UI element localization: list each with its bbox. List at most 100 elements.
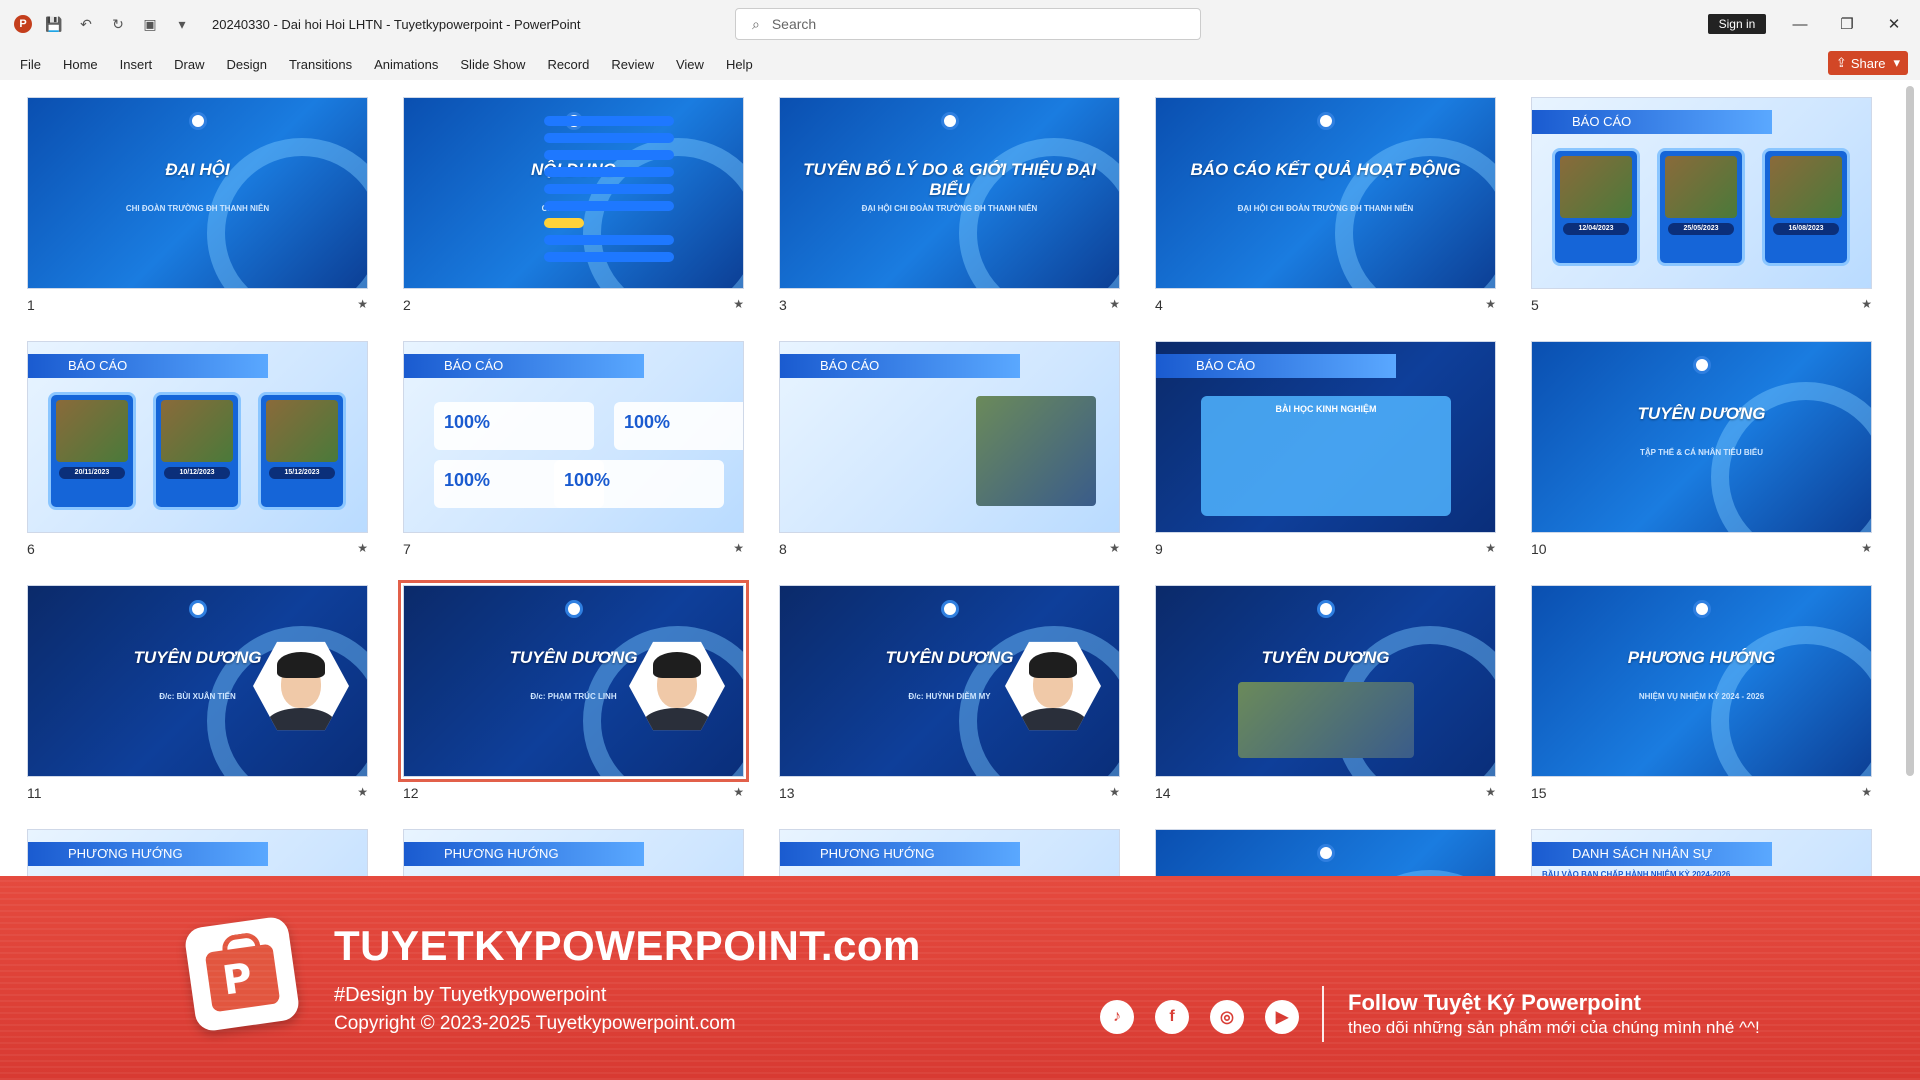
slide-preview[interactable]: BÁO CÁO KẾT QUẢ HOẠT ĐỘNG ĐẠI HỘI CHI ĐOÀ… bbox=[1155, 97, 1496, 289]
stat-panel: 100% bbox=[434, 402, 594, 450]
slide-thumbnail-16[interactable]: PHƯƠNG HƯỚNG16★ bbox=[27, 829, 368, 880]
present-icon[interactable]: ▣ bbox=[140, 14, 160, 34]
slide-thumbnail-4[interactable]: BÁO CÁO KẾT QUẢ HOẠT ĐỘNG ĐẠI HỘI CHI ĐOÀ… bbox=[1155, 97, 1496, 329]
slide-preview[interactable]: TUYÊN DƯƠNG TẬP THỂ & CÁ NHÂN TIÊU BIỂU bbox=[1531, 341, 1872, 533]
chevron-down-icon: ▾ bbox=[1893, 55, 1901, 70]
transition-star-icon[interactable]: ★ bbox=[1109, 297, 1120, 311]
slide-preview[interactable]: TUYÊN DƯƠNGĐƠN VỊ HOÀN THÀNH XUẤT SẮC NH… bbox=[1155, 585, 1496, 777]
slide-subtitle: ĐẠI HỘI CHI ĐOÀN TRƯỜNG ĐH THANH NIÊN bbox=[861, 204, 1038, 213]
union-emblem-icon bbox=[564, 600, 583, 618]
slide-thumbnail-9[interactable]: BÁO CÁO BÀI HỌC KINH NGHIỆM 9 ★ bbox=[1155, 341, 1496, 573]
slide-preview[interactable]: PHƯƠNG HƯỚNG bbox=[779, 829, 1120, 880]
transition-star-icon[interactable]: ★ bbox=[733, 541, 744, 555]
copyright-text: Copyright © 2023-2025 Tuyetkypowerpoint.… bbox=[334, 1013, 736, 1034]
tab-draw[interactable]: Draw bbox=[163, 57, 215, 72]
slide-thumbnail-18[interactable]: PHƯƠNG HƯỚNG18★ bbox=[779, 829, 1120, 880]
slide-preview[interactable]: NỘI DUNGCHƯƠNG TRÌNH bbox=[403, 97, 744, 289]
share-button[interactable]: ⇪ Share ▾ bbox=[1828, 51, 1908, 75]
slide-thumbnail-15[interactable]: PHƯƠNG HƯỚNG NHIỆM VỤ NHIỆM KỲ 2024 - 202… bbox=[1531, 585, 1872, 817]
slide-thumbnail-3[interactable]: TUYÊN BỐ LÝ DO & GIỚI THIỆU ĐẠI BIỂU ĐẠI … bbox=[779, 97, 1120, 329]
instagram-icon[interactable]: ◎ bbox=[1210, 1000, 1244, 1034]
slide-preview[interactable]: PHƯƠNG HƯỚNG NHIỆM VỤ NHIỆM KỲ 2024 - 202… bbox=[1531, 585, 1872, 777]
vertical-scrollbar[interactable] bbox=[1906, 86, 1914, 776]
slide-thumbnail-10[interactable]: TUYÊN DƯƠNG TẬP THỂ & CÁ NHÂN TIÊU BIỂU 10… bbox=[1531, 341, 1872, 573]
slide-thumbnail-11[interactable]: TUYÊN DƯƠNG Đ/c: BÙI XUÂN TIẾN 11 ★ bbox=[27, 585, 368, 817]
slide-thumbnail-5[interactable]: BÁO CÁO 12/04/2023 25/05/2023 16/08/2023 5 ★ bbox=[1531, 97, 1872, 329]
transition-star-icon[interactable]: ★ bbox=[1485, 297, 1496, 311]
slide-number: 3 bbox=[779, 297, 787, 313]
redo-icon[interactable]: ↻ bbox=[108, 14, 128, 34]
search-box[interactable]: ⌕ Search bbox=[735, 8, 1201, 40]
slide-preview[interactable]: PHƯƠNG HƯỚNG bbox=[27, 829, 368, 880]
transition-star-icon[interactable]: ★ bbox=[733, 297, 744, 311]
slide-thumbnail-7[interactable]: BÁO CÁO 100% 100% 100% 100% 7 ★ bbox=[403, 341, 744, 573]
tab-slide-show[interactable]: Slide Show bbox=[449, 57, 536, 72]
tab-insert[interactable]: Insert bbox=[109, 57, 164, 72]
slide-preview[interactable]: BÁO CÁO bbox=[779, 341, 1120, 533]
slide-preview[interactable]: TUYÊN DƯƠNG Đ/c: PHẠM TRÚC LINH bbox=[398, 580, 749, 782]
sign-in-button[interactable]: Sign in bbox=[1708, 14, 1766, 34]
tab-view[interactable]: View bbox=[665, 57, 715, 72]
facebook-icon[interactable]: f bbox=[1155, 1000, 1189, 1034]
slide-thumbnail-13[interactable]: TUYÊN DƯƠNG Đ/c: HUỲNH DIỄM MY 13 ★ bbox=[779, 585, 1120, 817]
slide-thumbnail-12[interactable]: TUYÊN DƯƠNG Đ/c: PHẠM TRÚC LINH 12 ★ bbox=[398, 580, 749, 817]
slide-thumbnail-14[interactable]: TUYÊN DƯƠNGĐƠN VỊ HOÀN THÀNH XUẤT SẮC NH… bbox=[1155, 585, 1496, 817]
transition-star-icon[interactable]: ★ bbox=[1861, 297, 1872, 311]
transition-star-icon[interactable]: ★ bbox=[357, 785, 368, 799]
slide-title: PHƯƠNG HƯỚNG bbox=[68, 846, 183, 861]
transition-star-icon[interactable]: ★ bbox=[1109, 785, 1120, 799]
slide-preview[interactable]: BÁO CÁO 100% 100% 100% 100% bbox=[403, 341, 744, 533]
tab-record[interactable]: Record bbox=[536, 57, 600, 72]
shopping-bag-icon bbox=[204, 943, 281, 1013]
slide-thumbnail-6[interactable]: BÁO CÁO 20/11/2023 10/12/2023 15/12/2023 6 ★ bbox=[27, 341, 368, 573]
slide-preview[interactable] bbox=[1155, 829, 1496, 880]
minimize-icon[interactable]: — bbox=[1788, 12, 1812, 36]
slide-title: DANH SÁCH NHÂN SỰ bbox=[1572, 846, 1713, 861]
tab-home[interactable]: Home bbox=[52, 57, 109, 72]
transition-star-icon[interactable]: ★ bbox=[1861, 541, 1872, 555]
tab-animations[interactable]: Animations bbox=[363, 57, 449, 72]
tab-transitions[interactable]: Transitions bbox=[278, 57, 363, 72]
slide-preview[interactable]: BÁO CÁO 20/11/2023 10/12/2023 15/12/2023 bbox=[27, 341, 368, 533]
slide-thumbnail-20[interactable]: DANH SÁCH NHÂN SỰ BẦU VÀO BAN CHẤP HÀNH N… bbox=[1531, 829, 1872, 880]
save-icon[interactable]: 💾 bbox=[44, 14, 64, 34]
slide-number: 11 bbox=[27, 785, 42, 801]
customize-toolbar-icon[interactable]: ▾ bbox=[172, 14, 192, 34]
transition-star-icon[interactable]: ★ bbox=[733, 785, 744, 799]
slide-thumbnail-2[interactable]: NỘI DUNGCHƯƠNG TRÌNH 2 ★ bbox=[403, 97, 744, 329]
slide-preview[interactable]: ĐẠI HỘI CHI ĐOÀN TRƯỜNG ĐH THANH NIÊN bbox=[27, 97, 368, 289]
tab-design[interactable]: Design bbox=[216, 57, 278, 72]
union-emblem-icon bbox=[188, 112, 207, 130]
agenda-item bbox=[544, 167, 674, 177]
slide-preview[interactable]: TUYÊN DƯƠNG Đ/c: HUỲNH DIỄM MY bbox=[779, 585, 1120, 777]
union-emblem-icon bbox=[1316, 600, 1335, 618]
slide-thumbnail-1[interactable]: ĐẠI HỘI CHI ĐOÀN TRƯỜNG ĐH THANH NIÊN 1 ★ bbox=[27, 97, 368, 329]
slide-thumbnail-8[interactable]: BÁO CÁO 8 ★ bbox=[779, 341, 1120, 573]
slide-header-bar: BÁO CÁO bbox=[1156, 354, 1396, 378]
slide-thumbnail-17[interactable]: PHƯƠNG HƯỚNG17★ bbox=[403, 829, 744, 880]
close-icon[interactable]: ✕ bbox=[1882, 12, 1906, 36]
slide-thumbnail-19[interactable]: 19★ bbox=[1155, 829, 1496, 880]
activity-card: 20/11/2023 bbox=[48, 392, 136, 510]
transition-star-icon[interactable]: ★ bbox=[1109, 541, 1120, 555]
youtube-icon[interactable]: ▶ bbox=[1265, 1000, 1299, 1034]
slide-preview[interactable]: TUYÊN DƯƠNG Đ/c: BÙI XUÂN TIẾN bbox=[27, 585, 368, 777]
transition-star-icon[interactable]: ★ bbox=[1485, 541, 1496, 555]
tab-review[interactable]: Review bbox=[600, 57, 665, 72]
restore-icon[interactable]: ❐ bbox=[1835, 12, 1859, 36]
tiktok-icon[interactable]: ♪ bbox=[1100, 1000, 1134, 1034]
slide-preview[interactable]: TUYÊN BỐ LÝ DO & GIỚI THIỆU ĐẠI BIỂU ĐẠI … bbox=[779, 97, 1120, 289]
slide-preview[interactable]: BÁO CÁO BÀI HỌC KINH NGHIỆM bbox=[1155, 341, 1496, 533]
tab-help[interactable]: Help bbox=[715, 57, 764, 72]
transition-star-icon[interactable]: ★ bbox=[1485, 785, 1496, 799]
transition-star-icon[interactable]: ★ bbox=[357, 297, 368, 311]
tab-file[interactable]: File bbox=[0, 57, 52, 72]
transition-star-icon[interactable]: ★ bbox=[1861, 785, 1872, 799]
slide-preview[interactable]: DANH SÁCH NHÂN SỰ BẦU VÀO BAN CHẤP HÀNH N… bbox=[1531, 829, 1872, 880]
slide-preview[interactable]: PHƯƠNG HƯỚNG bbox=[403, 829, 744, 880]
transition-star-icon[interactable]: ★ bbox=[357, 541, 368, 555]
undo-icon[interactable]: ↶ bbox=[76, 14, 96, 34]
slide-title: BÁO CÁO bbox=[820, 358, 880, 373]
slide-preview[interactable]: BÁO CÁO 12/04/2023 25/05/2023 16/08/2023 bbox=[1531, 97, 1872, 289]
agenda-list bbox=[544, 116, 674, 269]
